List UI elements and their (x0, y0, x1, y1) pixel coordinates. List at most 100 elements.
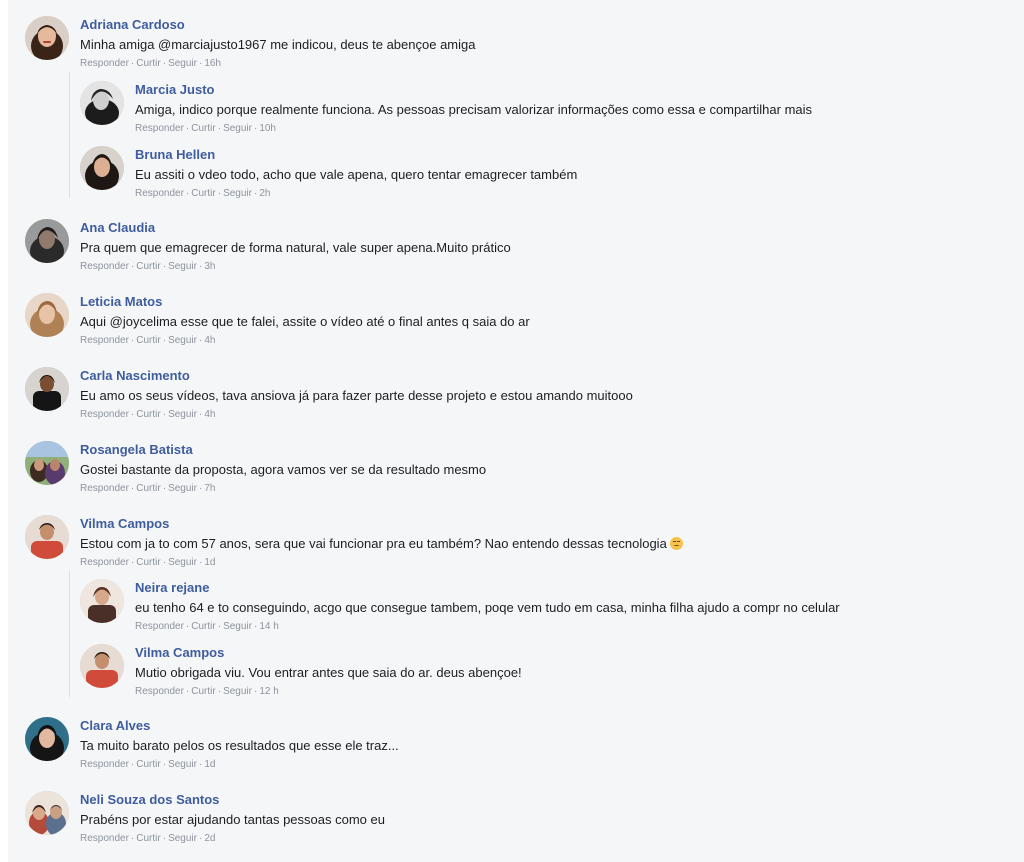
reply-link[interactable]: Responder (80, 557, 129, 568)
comment-actions: Responder · Curtir · Seguir · 4h (80, 333, 530, 349)
reply-link[interactable]: Responder (135, 123, 184, 134)
comment-text: Aqui @joycelima esse que te falei, assit… (80, 314, 530, 329)
avatar[interactable] (25, 293, 69, 337)
avatar[interactable] (25, 791, 69, 835)
like-link[interactable]: Curtir (136, 58, 160, 69)
reply-link[interactable]: Responder (135, 188, 184, 199)
comment-text: Mutio obrigada viu. Vou entrar antes que… (135, 665, 522, 680)
reply-link[interactable]: Responder (80, 483, 129, 494)
like-link[interactable]: Curtir (136, 833, 160, 844)
avatar[interactable] (25, 219, 69, 263)
like-link[interactable]: Curtir (191, 621, 215, 632)
avatar[interactable] (25, 515, 69, 559)
like-link[interactable]: Curtir (136, 261, 160, 272)
like-link[interactable]: Curtir (191, 686, 215, 697)
reply-link[interactable]: Responder (80, 335, 129, 346)
separator: · (217, 621, 222, 632)
avatar[interactable] (25, 367, 69, 411)
like-link[interactable]: Curtir (136, 409, 160, 420)
thread-line (69, 72, 70, 198)
like-link[interactable]: Curtir (136, 557, 160, 568)
author-name[interactable]: Neira rejane (135, 579, 840, 597)
comment-text: Eu assiti o vdeo todo, acho que vale ape… (135, 167, 578, 182)
follow-link[interactable]: Seguir (168, 483, 197, 494)
comment-actions: Responder · Curtir · Seguir · 1d (80, 757, 399, 773)
author-name[interactable]: Leticia Matos (80, 293, 530, 311)
comment-text: Eu amo os seus vídeos, tava ansiova já p… (80, 388, 633, 403)
author-name[interactable]: Vilma Campos (135, 644, 522, 662)
like-link[interactable]: Curtir (136, 759, 160, 770)
timestamp: 4h (204, 335, 216, 346)
author-name[interactable]: Ana Claudia (80, 219, 511, 237)
like-link[interactable]: Curtir (191, 123, 215, 134)
comments-feed: Adriana Cardoso Minha amiga @marciajusto… (8, 0, 1024, 862)
reply-link[interactable]: Responder (80, 261, 129, 272)
avatar[interactable] (25, 441, 69, 485)
follow-link[interactable]: Seguir (223, 686, 252, 697)
reply-link[interactable]: Responder (135, 621, 184, 632)
comment-actions: Responder · Curtir · Seguir · 16h (80, 56, 475, 72)
separator: · (162, 759, 167, 770)
timestamp: 7h (204, 483, 216, 494)
separator: · (217, 123, 222, 134)
follow-link[interactable]: Seguir (168, 261, 197, 272)
comment-actions: Responder · Curtir · Seguir · 12 h (135, 684, 522, 700)
follow-link[interactable]: Seguir (168, 58, 197, 69)
follow-link[interactable]: Seguir (168, 335, 197, 346)
like-link[interactable]: Curtir (136, 335, 160, 346)
comment-text: eu tenho 64 e to conseguindo, acgo que c… (135, 600, 840, 615)
author-name[interactable]: Vilma Campos (80, 515, 683, 533)
reply-link[interactable]: Responder (80, 759, 129, 770)
author-name[interactable]: Clara Alves (80, 717, 399, 735)
comment-actions: Responder · Curtir · Seguir · 7h (80, 481, 486, 497)
separator: · (162, 833, 167, 844)
avatar[interactable] (25, 16, 69, 60)
follow-link[interactable]: Seguir (223, 621, 252, 632)
avatar[interactable] (80, 644, 124, 688)
separator: · (217, 188, 222, 199)
like-link[interactable]: Curtir (136, 483, 160, 494)
author-name[interactable]: Adriana Cardoso (80, 16, 475, 34)
like-link[interactable]: Curtir (191, 188, 215, 199)
comment-actions: Responder · Curtir · Seguir · 14 h (135, 619, 840, 635)
follow-link[interactable]: Seguir (168, 557, 197, 568)
author-name[interactable]: Neli Souza dos Santos (80, 791, 385, 809)
avatar[interactable] (80, 579, 124, 623)
separator: · (217, 686, 222, 697)
follow-link[interactable]: Seguir (168, 759, 197, 770)
timestamp: 12 h (259, 686, 279, 697)
comment-text: Amiga, indico porque realmente funciona.… (135, 102, 813, 117)
avatar[interactable] (25, 717, 69, 761)
reply-link[interactable]: Responder (80, 58, 129, 69)
comment-actions: Responder · Curtir · Seguir · 3h (80, 259, 511, 275)
comment-text: Prabéns por estar ajudando tantas pessoa… (80, 812, 385, 827)
timestamp: 2h (259, 188, 271, 199)
follow-link[interactable]: Seguir (223, 188, 252, 199)
timestamp: 14 h (259, 621, 279, 632)
follow-link[interactable]: Seguir (168, 833, 197, 844)
author-name[interactable]: Bruna Hellen (135, 146, 577, 164)
disappointed-face-icon (669, 537, 683, 550)
timestamp: 16h (204, 58, 221, 69)
separator: · (162, 335, 167, 346)
author-name[interactable]: Marcia Justo (135, 81, 812, 99)
thread-line (69, 571, 70, 697)
avatar[interactable] (80, 81, 124, 125)
separator: · (162, 483, 167, 494)
comment-text: Minha amiga @marciajusto1967 me indicou,… (80, 37, 476, 52)
comment-text-content: Estou com ja to com 57 anos, sera que va… (80, 536, 667, 551)
timestamp: 1d (204, 557, 216, 568)
follow-link[interactable]: Seguir (223, 123, 252, 134)
separator: · (162, 557, 167, 568)
follow-link[interactable]: Seguir (168, 409, 197, 420)
timestamp: 2d (204, 833, 216, 844)
reply-link[interactable]: Responder (80, 409, 129, 420)
reply-link[interactable]: Responder (80, 833, 129, 844)
timestamp: 3h (204, 261, 216, 272)
author-name[interactable]: Carla Nascimento (80, 367, 633, 385)
comment-actions: Responder · Curtir · Seguir · 2d (80, 831, 385, 847)
author-name[interactable]: Rosangela Batista (80, 441, 486, 459)
timestamp: 10h (259, 123, 276, 134)
reply-link[interactable]: Responder (135, 686, 184, 697)
avatar[interactable] (80, 146, 124, 190)
